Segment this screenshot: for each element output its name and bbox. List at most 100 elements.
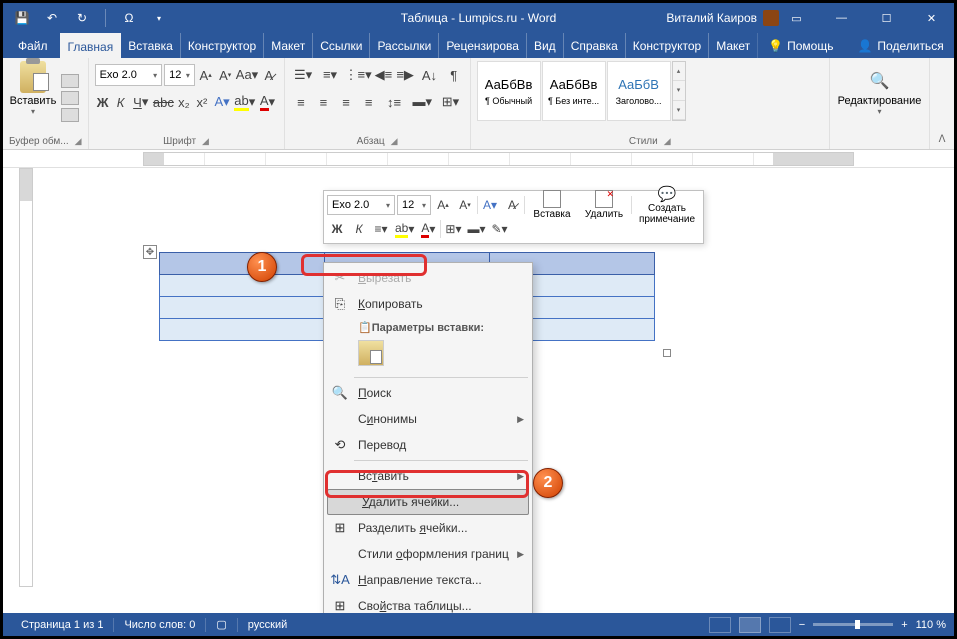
indent-icon[interactable]: ≡▶ (395, 64, 415, 86)
ctx-copy[interactable]: ⎘Копировать (324, 291, 532, 317)
shading-icon[interactable]: ▬▾ (409, 91, 435, 113)
shrink-font-icon[interactable]: A▾ (216, 64, 234, 86)
web-layout-icon[interactable] (769, 617, 791, 633)
mini-font-combo[interactable]: Exo 2.0▾ (327, 195, 395, 215)
zoom-in-button[interactable]: + (901, 619, 907, 631)
save-icon[interactable]: 💾 (13, 9, 31, 27)
style-gallery[interactable]: АаБбВв¶ Обычный АаБбВв¶ Без инте... АаБб… (477, 61, 686, 121)
mini-pen-icon[interactable]: ✎▾ (490, 219, 510, 239)
user-badge[interactable]: Виталий Каиров (666, 10, 779, 26)
paste-option-icon[interactable] (358, 340, 384, 366)
status-proof-icon[interactable]: ▢ (206, 618, 236, 631)
maximize-button[interactable]: ☐ (864, 3, 909, 33)
ctx-border-styles[interactable]: Стили оформления границ▶ (324, 541, 532, 567)
ctx-translate[interactable]: ⟲Перевод (324, 432, 532, 458)
italic-button[interactable]: К (113, 91, 129, 113)
mini-grow-icon[interactable]: A▴ (433, 195, 453, 215)
share-button[interactable]: 👤Поделиться (843, 33, 957, 58)
tab-insert[interactable]: Вставка (120, 33, 181, 58)
close-button[interactable]: ✕ (909, 3, 954, 33)
borders-icon[interactable]: ⊞▾ (437, 91, 463, 113)
paste-button[interactable]: Вставить ▾ (9, 61, 57, 134)
redo-icon[interactable]: ↻ (73, 9, 91, 27)
tab-review[interactable]: Рецензирова (438, 33, 527, 58)
tab-mailings[interactable]: Рассылки (369, 33, 439, 58)
font-name-combo[interactable]: Exo 2.0▾ (95, 64, 163, 86)
tab-references[interactable]: Ссылки (312, 33, 370, 58)
style-scroll[interactable]: ▴▾▾ (672, 61, 686, 121)
status-words[interactable]: Число слов: 0 (114, 619, 205, 631)
align-right-icon[interactable]: ≡ (336, 91, 357, 113)
mini-insert-button[interactable]: Вставка (527, 190, 577, 220)
undo-icon[interactable]: ↶ (43, 9, 61, 27)
tab-table-layout[interactable]: Макет (708, 33, 758, 58)
highlight-icon[interactable]: ab▾ (234, 91, 255, 113)
mini-delete-button[interactable]: ✕Удалить (579, 190, 629, 220)
outdent-icon[interactable]: ◀≡ (374, 64, 394, 86)
editing-button[interactable]: 🔍 Редактирование ▾ (836, 61, 923, 145)
zoom-level[interactable]: 110 % (916, 619, 946, 631)
text-effects-icon[interactable]: A▾ (212, 91, 232, 113)
dialog-launcher-icon[interactable]: ◢ (664, 136, 671, 147)
ctx-delete-cells[interactable]: Удалить ячейки... (327, 489, 529, 515)
subscript-button[interactable]: x₂ (176, 91, 192, 113)
mini-align-icon[interactable]: ≡▾ (371, 219, 391, 239)
align-center-icon[interactable]: ≡ (313, 91, 334, 113)
strike-button[interactable]: abc (153, 91, 174, 113)
ctx-cut[interactable]: ✂Вырезать (324, 265, 532, 291)
dialog-launcher-icon[interactable]: ◢ (75, 136, 82, 147)
tab-design[interactable]: Конструктор (180, 33, 264, 58)
mini-clear-icon[interactable]: A̷ (502, 195, 522, 215)
bullets-icon[interactable]: ☰▾ (291, 64, 316, 86)
sort-icon[interactable]: A↓ (417, 64, 442, 86)
style-no-spacing[interactable]: АаБбВв¶ Без инте... (542, 61, 606, 121)
ctx-text-direction[interactable]: ⇅AНаправление текста... (324, 567, 532, 593)
align-left-icon[interactable]: ≡ (291, 91, 312, 113)
tab-view[interactable]: Вид (526, 33, 564, 58)
tab-help[interactable]: Справка (563, 33, 626, 58)
style-heading[interactable]: АаБбВЗаголово... (607, 61, 671, 121)
format-painter-icon[interactable] (61, 108, 79, 122)
mini-shading-icon[interactable]: ▬▾ (465, 219, 487, 239)
change-case-icon[interactable]: Aa▾ (236, 64, 258, 86)
cut-icon[interactable] (61, 74, 79, 88)
ribbon-options-icon[interactable]: ▭ (774, 3, 819, 33)
style-normal[interactable]: АаБбВв¶ Обычный (477, 61, 541, 121)
mini-size-combo[interactable]: 12▾ (397, 195, 431, 215)
ctx-split-cells[interactable]: ⊞Разделить ячейки... (324, 515, 532, 541)
mini-highlight-icon[interactable]: ab▾ (393, 219, 416, 239)
mini-bold[interactable]: Ж (327, 219, 347, 239)
document-area[interactable]: ✥ Exo 2.0▾ 12▾ A▴ A▾ A▾ A̷ Вставка ✕Удал… (3, 168, 954, 587)
horizontal-ruler[interactable] (3, 150, 954, 168)
vertical-ruler[interactable] (19, 168, 33, 587)
grow-font-icon[interactable]: A▴ (197, 64, 215, 86)
mini-border-icon[interactable]: ⊞▾ (443, 219, 463, 239)
read-mode-icon[interactable] (709, 617, 731, 633)
dialog-launcher-icon[interactable]: ◢ (391, 136, 398, 147)
tab-home[interactable]: Главная (60, 33, 122, 58)
ctx-search[interactable]: 🔍Поиск (324, 380, 532, 406)
dialog-launcher-icon[interactable]: ◢ (202, 136, 209, 147)
superscript-button[interactable]: x² (194, 91, 210, 113)
tab-file[interactable]: Файл (6, 33, 61, 58)
tab-table-design[interactable]: Конструктор (625, 33, 709, 58)
show-marks-icon[interactable]: ¶ (444, 64, 464, 86)
zoom-slider[interactable] (813, 623, 893, 626)
collapse-ribbon-icon[interactable]: ᐱ (930, 58, 954, 149)
underline-button[interactable]: Ч▾ (131, 91, 151, 113)
font-color-icon[interactable]: A▾ (257, 91, 277, 113)
table-resize-handle-icon[interactable] (663, 349, 671, 357)
zoom-out-button[interactable]: − (799, 619, 805, 631)
table-move-handle-icon[interactable]: ✥ (143, 245, 157, 259)
mini-italic[interactable]: К (349, 219, 369, 239)
mini-shrink-icon[interactable]: A▾ (455, 195, 475, 215)
mini-styles-icon[interactable]: A▾ (480, 195, 500, 215)
justify-icon[interactable]: ≡ (358, 91, 379, 113)
copy-icon[interactable] (61, 91, 79, 105)
status-page[interactable]: Страница 1 из 1 (11, 619, 113, 631)
font-size-combo[interactable]: 12▾ (164, 64, 195, 86)
bold-button[interactable]: Ж (95, 91, 111, 113)
minimize-button[interactable]: — (819, 3, 864, 33)
omega-icon[interactable]: Ω (120, 9, 138, 27)
mini-font-color-icon[interactable]: A▾ (418, 219, 438, 239)
